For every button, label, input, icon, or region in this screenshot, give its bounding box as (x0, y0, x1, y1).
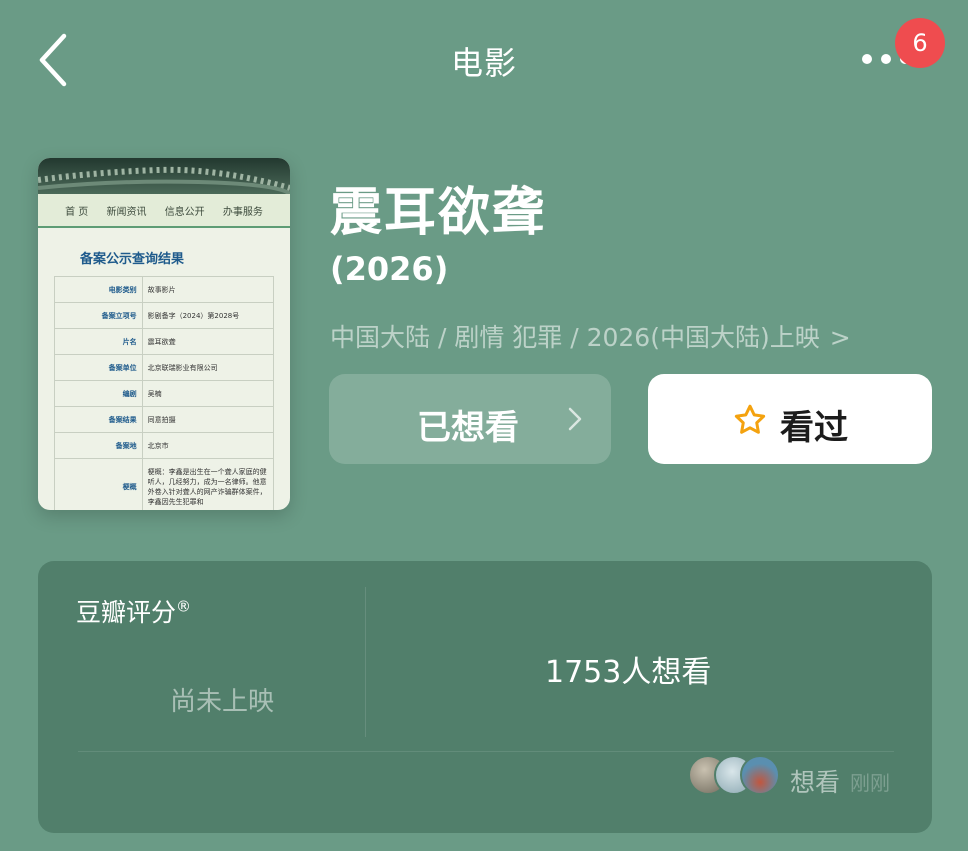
poster-table: 电影类别 故事影片 备案立项号 影剧备字（2024）第2028号 片名 震耳欲聋 备案… (54, 276, 275, 510)
chevron-right-icon: > (829, 323, 851, 352)
poster-nav-item: 首 页 (65, 206, 89, 218)
page-title: 电影 (450, 44, 517, 82)
poster-nav-item: 信息公开 (164, 206, 205, 218)
poster-nav: 首 页 新闻资讯 信息公开 办事服务 (38, 194, 290, 228)
movie-title: 震耳欲聋 (330, 183, 547, 243)
table-row: 备案单位 北京联瑞影业有限公司 (54, 354, 275, 381)
wish-to-watch-label: 已想看 (417, 408, 519, 448)
rating-card: 豆瓣评分® 尚未上映 1753人想看 想看 刚刚 (38, 561, 932, 833)
douban-rating-label: 豆瓣评分® (76, 593, 191, 629)
movie-meta-text: 中国大陆 / 剧情 犯罪 / 2026(中国大陆)上映 (330, 323, 820, 352)
rating-status: 尚未上映 (170, 687, 275, 717)
movie-year: (2026) (330, 250, 449, 288)
recent-wish-time: 刚刚 (850, 771, 890, 795)
wish-to-watch-button[interactable]: 已想看 (329, 374, 611, 464)
watched-label: 看过 (780, 408, 848, 448)
vertical-divider (365, 587, 366, 737)
table-row: 备案结果 同意拍摄 (54, 406, 275, 433)
registered-mark: ® (176, 597, 192, 616)
recent-wish-action: 想看 (790, 768, 841, 797)
recent-users-avatars[interactable] (688, 755, 784, 795)
watched-button[interactable]: 看过 (648, 374, 932, 464)
table-row: 备案立项号 影剧备字（2024）第2028号 (54, 302, 275, 329)
poster-nav-item: 办事服务 (222, 206, 263, 218)
table-row: 编剧 吴楠 (54, 380, 275, 407)
table-row: 梗概 梗概：李鑫是出生在一个聋人家庭的健听人，几经努力，成为一名律师。他意外卷入针… (54, 458, 275, 510)
poster-heading: 备案公示查询结果 (80, 252, 185, 267)
wish-count[interactable]: 1753人想看 (545, 647, 711, 691)
table-row: 备案地 北京市 (54, 432, 275, 459)
star-outline-icon (734, 404, 766, 434)
table-row: 电影类别 故事影片 (54, 276, 275, 303)
douban-rating-text: 豆瓣评分 (76, 598, 177, 627)
notification-badge: 6 (895, 18, 945, 68)
poster-nav-item: 新闻资讯 (106, 206, 147, 218)
movie-poster[interactable]: 首 页 新闻资讯 信息公开 办事服务 备案公示查询结果 电影类别 故事影片 备案立… (38, 158, 290, 510)
avatar (740, 755, 780, 795)
horizontal-divider (78, 751, 894, 752)
poster-banner (38, 158, 290, 194)
chevron-right-icon (568, 407, 582, 431)
table-row: 片名 震耳欲聋 (54, 328, 275, 355)
movie-meta-link[interactable]: 中国大陆 / 剧情 犯罪 / 2026(中国大陆)上映 > (330, 318, 851, 354)
